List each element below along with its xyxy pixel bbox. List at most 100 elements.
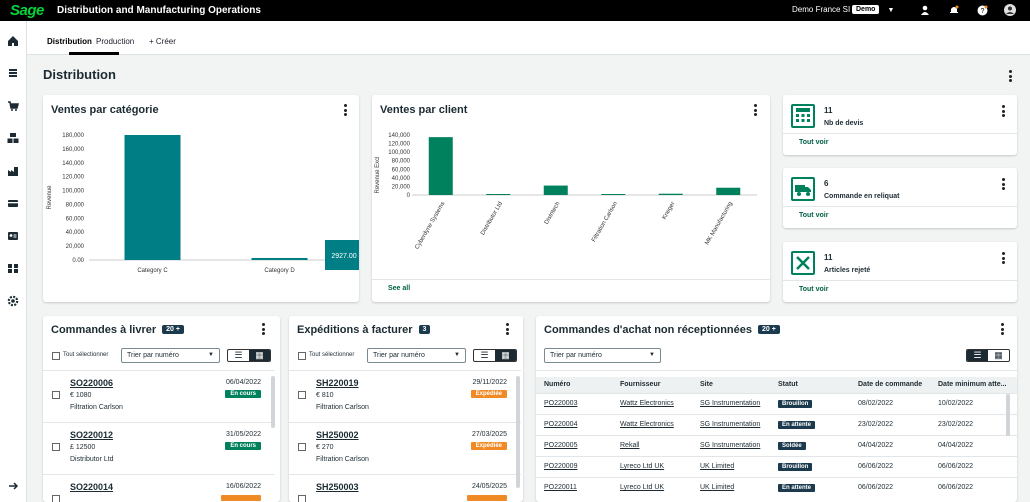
po-site[interactable]: SG Instrumentation — [692, 413, 770, 435]
po-number[interactable]: PO220009 — [536, 455, 612, 477]
user-icon[interactable] — [919, 4, 931, 16]
people-icon[interactable] — [6, 261, 20, 275]
see-all-rejected-link[interactable]: Tout voir — [799, 286, 828, 293]
see-all-quotes-link[interactable]: Tout voir — [799, 139, 828, 146]
column-header[interactable]: Date de commande — [850, 377, 930, 393]
po-number[interactable]: PO220005 — [536, 434, 612, 456]
rejected-box-icon — [791, 251, 815, 275]
po-supplier[interactable]: Lyreco Ltd UK — [612, 476, 692, 498]
card-view-icon[interactable]: ▦ — [988, 350, 1009, 361]
y-axis-label: Revenue — [47, 185, 53, 210]
card-menu-icon[interactable] — [1000, 323, 1004, 335]
contact-card-icon[interactable] — [6, 229, 20, 243]
order-number[interactable]: SO220006 — [70, 378, 113, 388]
gear-icon[interactable] — [6, 294, 20, 308]
scrollbar[interactable] — [516, 376, 520, 488]
cart-icon[interactable] — [6, 99, 20, 113]
status-badge: En cours — [225, 442, 261, 450]
view-toggle[interactable]: ☰ ▦ — [227, 349, 271, 362]
home-icon[interactable] — [6, 34, 20, 48]
po-supplier[interactable]: Lyreco Ltd UK — [612, 455, 692, 477]
po-supplier[interactable]: Wattz Electronics — [612, 413, 692, 435]
shipment-number[interactable]: SH220019 — [316, 378, 359, 388]
row-checkbox[interactable] — [298, 391, 306, 399]
row-checkbox[interactable] — [52, 443, 60, 451]
help-icon[interactable]: ? — [976, 4, 988, 16]
sage-logo[interactable]: Sage — [10, 2, 48, 19]
po-number[interactable]: PO220011 — [536, 476, 612, 498]
scrollbar[interactable] — [1006, 394, 1010, 436]
card-icon[interactable] — [6, 196, 20, 210]
select-all-label: Tout sélectionner — [309, 352, 355, 358]
list-item[interactable]: SO220012 £ 12500 Distributor Ltd 31/05/2… — [43, 422, 275, 474]
see-all-link[interactable]: See all — [388, 285, 410, 292]
view-toggle[interactable]: ☰ ▦ — [966, 349, 1010, 362]
see-all-backorders-link[interactable]: Tout voir — [799, 212, 828, 219]
list-item[interactable]: SH250003 24/05/2025 — [289, 474, 521, 502]
card-menu-icon[interactable] — [1001, 178, 1005, 190]
row-checkbox[interactable] — [298, 443, 306, 451]
sort-select[interactable]: Trier par numéro ▼ — [367, 348, 466, 363]
card-menu-icon[interactable] — [505, 323, 509, 335]
scrollbar[interactable] — [271, 376, 275, 428]
row-checkbox[interactable] — [52, 495, 60, 502]
view-toggle[interactable]: ☰ ▦ — [473, 349, 517, 362]
shipment-number[interactable]: SH250003 — [316, 482, 359, 492]
select-all-checkbox[interactable] — [52, 352, 60, 360]
tab-production[interactable]: Production — [96, 37, 134, 46]
row-checkbox[interactable] — [52, 391, 60, 399]
column-header[interactable]: Fournisseur — [612, 377, 692, 393]
boxes-icon[interactable] — [6, 131, 20, 145]
table-row[interactable]: PO220005 Rekall SG Instrumentation Soldé… — [536, 434, 1017, 456]
list-view-icon[interactable]: ☰ — [228, 350, 249, 361]
sort-select[interactable]: Trier par numéro ▼ — [121, 348, 220, 363]
factory-icon[interactable] — [6, 164, 20, 178]
table-row[interactable]: PO220009 Lyreco Ltd UK UK Limited Brouil… — [536, 455, 1017, 477]
list-icon[interactable] — [6, 66, 20, 80]
order-number[interactable]: SO220012 — [70, 430, 113, 440]
po-number[interactable]: PO220003 — [536, 392, 612, 414]
tab-distribution[interactable]: Distribution — [47, 37, 92, 46]
column-header[interactable]: Site — [692, 377, 770, 393]
bell-icon[interactable] — [948, 4, 960, 16]
card-view-icon[interactable]: ▦ — [495, 350, 516, 361]
table-row[interactable]: PO220003 Wattz Electronics SG Instrument… — [536, 392, 1017, 414]
card-view-icon[interactable]: ▦ — [249, 350, 270, 361]
list-view-icon[interactable]: ☰ — [967, 350, 988, 361]
shipment-date: 24/05/2025 — [471, 483, 507, 490]
expand-sidebar-icon[interactable] — [6, 479, 20, 493]
card-menu-icon[interactable] — [261, 323, 265, 335]
tenant-dropdown-icon[interactable]: ▼ — [885, 4, 897, 16]
list-item[interactable]: SH220019 € 810 Filtration Carlson 29/11/… — [289, 370, 521, 422]
select-all-checkbox[interactable] — [298, 352, 306, 360]
po-site[interactable]: UK Limited — [692, 476, 770, 498]
tenant-name[interactable]: Demo France SI — [792, 5, 850, 14]
card-menu-icon[interactable] — [1001, 252, 1005, 264]
po-order-date: 06/06/2022 — [850, 476, 930, 498]
card-menu-icon[interactable] — [1001, 105, 1005, 117]
list-item[interactable]: SO220006 € 1080 Filtration Carlson 06/04… — [43, 370, 275, 422]
table-row[interactable]: PO220004 Wattz Electronics SG Instrument… — [536, 413, 1017, 435]
list-view-icon[interactable]: ☰ — [474, 350, 495, 361]
po-number[interactable]: PO220004 — [536, 413, 612, 435]
po-site[interactable]: SG Instrumentation — [692, 434, 770, 456]
column-header[interactable]: Date minimum atte... — [930, 377, 1017, 393]
tab-create[interactable]: + Créer — [149, 37, 176, 46]
shipment-number[interactable]: SH250002 — [316, 430, 359, 440]
list-item[interactable]: SH250002 € 270 Filtration Carlson 27/03/… — [289, 422, 521, 474]
po-site[interactable]: SG Instrumentation — [692, 392, 770, 414]
column-header[interactable]: Numéro — [536, 377, 612, 393]
y-tick-label: 40,000 — [66, 230, 85, 236]
row-checkbox[interactable] — [298, 495, 306, 502]
table-row[interactable]: PO220011 Lyreco Ltd UK UK Limited En att… — [536, 476, 1017, 498]
list-item[interactable]: SO220014 16/06/2022 — [43, 474, 275, 502]
po-supplier[interactable]: Rekall — [612, 434, 692, 456]
po-supplier[interactable]: Wattz Electronics — [612, 392, 692, 414]
bar — [428, 137, 453, 195]
po-site[interactable]: UK Limited — [692, 455, 770, 477]
order-number[interactable]: SO220014 — [70, 482, 113, 492]
avatar[interactable] — [1004, 4, 1016, 16]
sort-select[interactable]: Trier par numéro ▼ — [544, 348, 661, 363]
column-header[interactable]: Statut — [770, 377, 850, 393]
page-menu-icon[interactable] — [1008, 70, 1012, 82]
